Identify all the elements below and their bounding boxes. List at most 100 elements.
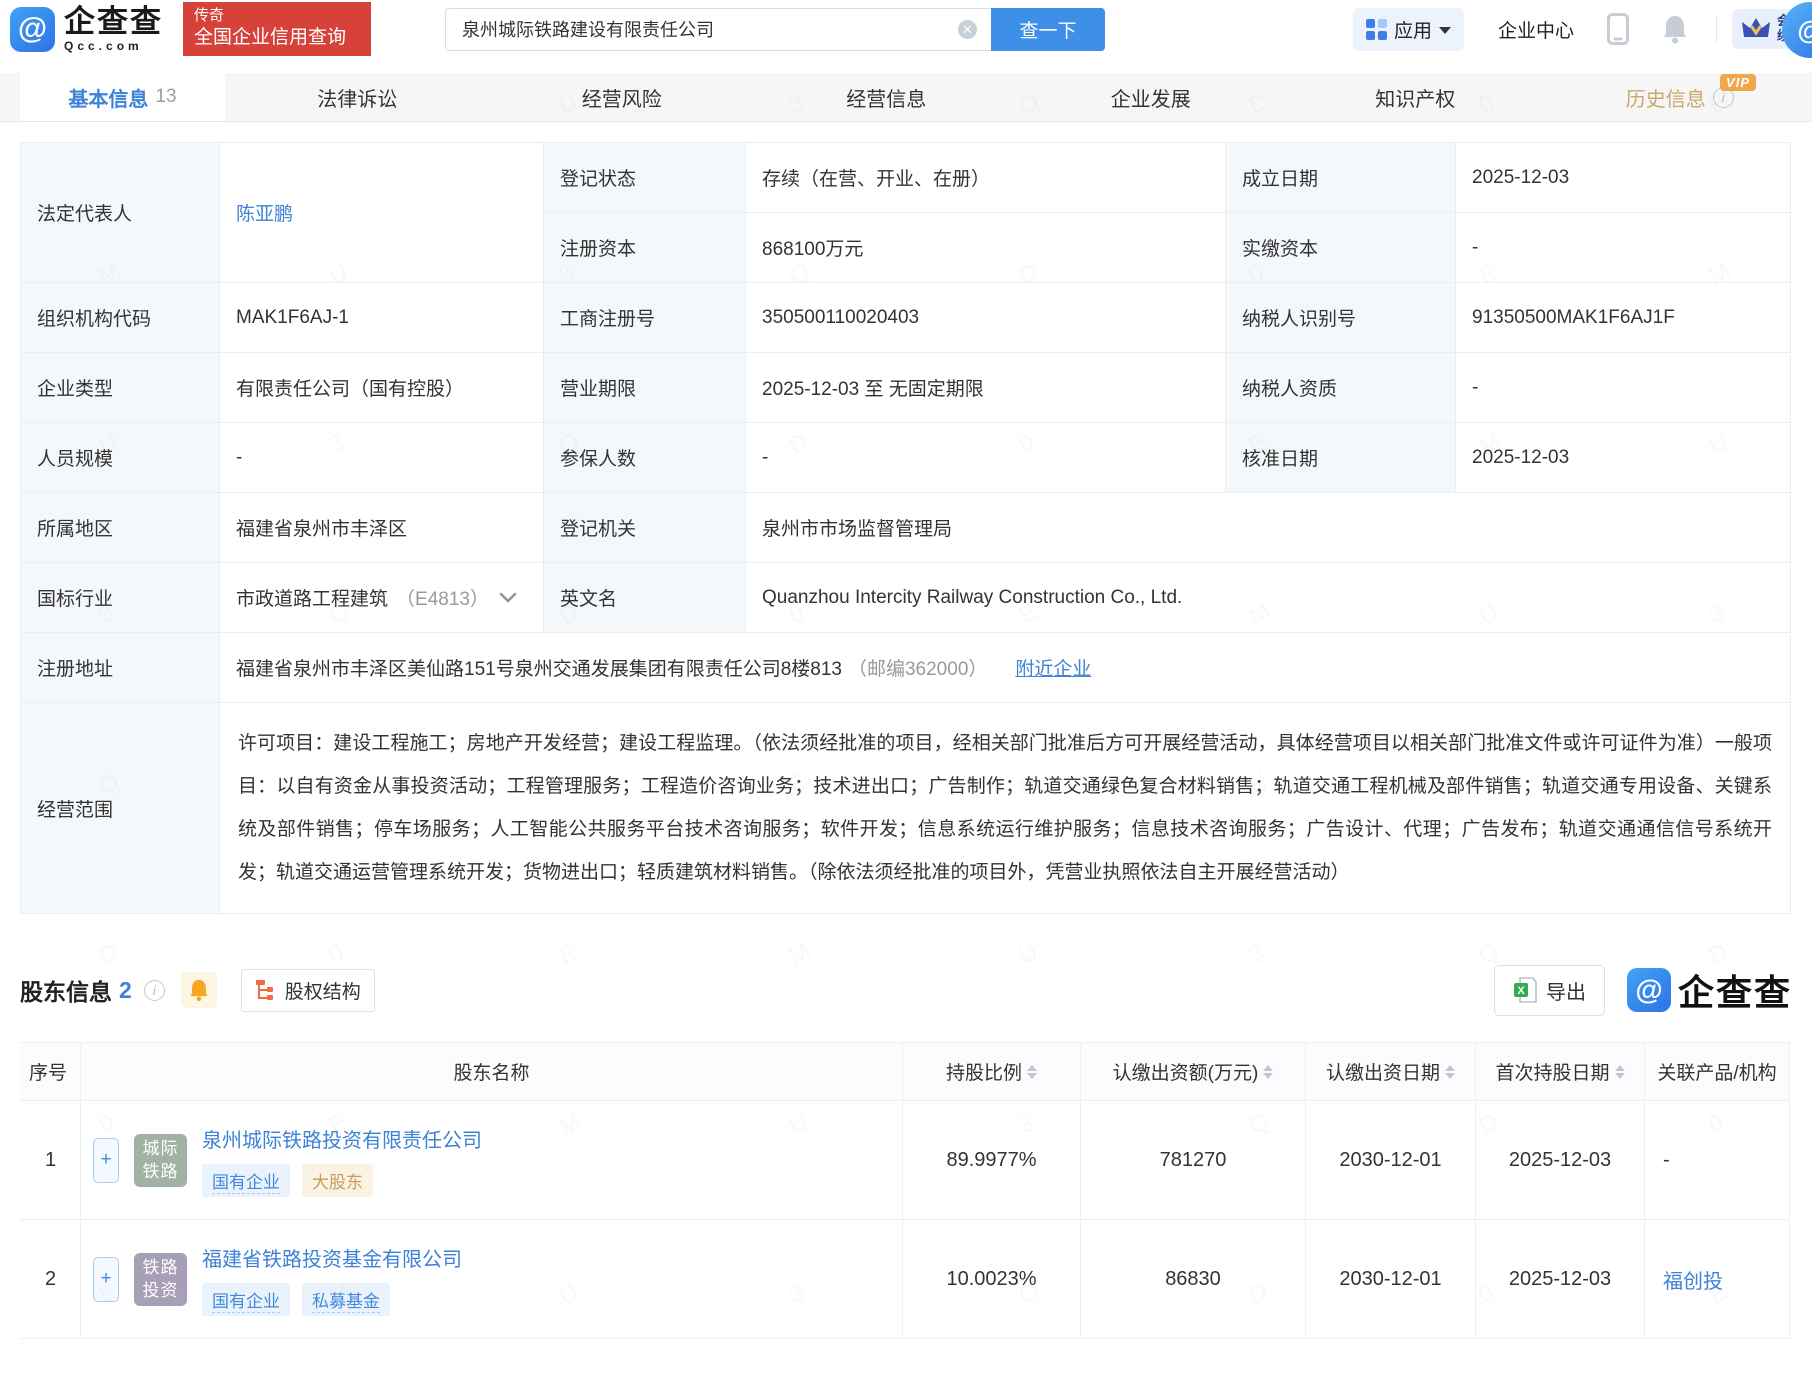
row1-expand-button[interactable]: + — [93, 1137, 119, 1183]
col-header-no: 序号 — [20, 1043, 81, 1101]
row2-expand-button[interactable]: + — [93, 1256, 119, 1302]
col-header-amount[interactable]: 认缴出资额(万元) — [1081, 1043, 1306, 1101]
monitor-bell-button[interactable] — [180, 972, 217, 1008]
shareholders-title: 股东信息 — [20, 979, 112, 1005]
mobile-app-icon[interactable] — [1606, 13, 1629, 45]
field-english-name-label: 英文名 — [544, 563, 746, 633]
tab-history-info[interactable]: VIP 历史信息 i — [1548, 73, 1812, 121]
row2-shareholder-link[interactable]: 福建省铁路投资基金有限公司 — [202, 1243, 462, 1272]
row1-ratio: 89.9977% — [903, 1101, 1081, 1220]
equity-structure-label: 股权结构 — [284, 981, 361, 1003]
apps-menu[interactable]: 应用 — [1352, 7, 1464, 51]
field-legal-rep-label: 法定代表人 — [21, 143, 220, 283]
enterprise-center-link[interactable]: 企业中心 — [1498, 16, 1574, 43]
field-taxpayer-qual-label: 纳税人资质 — [1226, 353, 1456, 423]
field-org-code-value: MAK1F6AJ-1 — [220, 283, 544, 353]
row2-ratio: 10.0023% — [903, 1220, 1081, 1339]
field-taxpayer-qual-value: - — [1456, 353, 1791, 423]
promo-line2: 全国企业信用查询 — [194, 26, 347, 48]
field-industry-value: 市政道路工程建筑 （E4813） — [220, 563, 544, 633]
row1-related: - — [1645, 1101, 1790, 1220]
page: @ 企查查 Qcc.com 传奇 全国企业信用查询 ✕ 查一下 — [0, 0, 1812, 1376]
row2-avatar-line2: 投资 — [142, 1281, 179, 1300]
shareholders-table: 序号 股东名称 持股比例 认缴出资额(万元) 认缴出资日期 首次持股日期 关联产… — [20, 1042, 1790, 1339]
tab-company-development[interactable]: 企业发展 — [1019, 73, 1284, 121]
industry-code: （E4813） — [396, 589, 489, 610]
tab-intellectual-property[interactable]: 知识产权 — [1283, 73, 1548, 121]
qcc-logo-domain: Qcc.com — [64, 39, 143, 53]
field-industry-label: 国标行业 — [21, 563, 220, 633]
field-taxpayer-id-value: 91350500MAK1F6AJ1F — [1456, 283, 1791, 353]
svg-text:X: X — [1517, 985, 1525, 997]
row1-avatar: 城际 铁路 — [134, 1133, 187, 1187]
vip-badge: VIP — [1720, 74, 1756, 91]
field-paid-capital-value: - — [1456, 213, 1791, 283]
qcc-logo-text: 企查查 — [64, 4, 163, 39]
field-biz-reg-no-label: 工商注册号 — [544, 283, 746, 353]
row1-amount: 781270 — [1081, 1101, 1306, 1220]
field-approval-date-value: 2025-12-03 — [1456, 423, 1791, 493]
row2-tag-state-owned: 国有企业 — [202, 1282, 290, 1316]
notification-bell-icon[interactable] — [1662, 14, 1688, 44]
row2-shareholder: + 铁路 投资 福建省铁路投资基金有限公司 国有企业 私募基金 — [81, 1220, 903, 1339]
qcc-logo-icon: @ — [10, 6, 55, 52]
tab-operation-info[interactable]: 经营信息 — [754, 73, 1019, 121]
sort-first-hold-date-icon[interactable] — [1614, 1064, 1625, 1079]
qcc-logo[interactable]: @ 企查查 Qcc.com — [10, 6, 163, 52]
col-header-subscribe-date[interactable]: 认缴出资日期 — [1306, 1043, 1476, 1101]
tab-basic-info-count: 13 — [155, 86, 177, 107]
field-scope-label: 经营范围 — [21, 703, 220, 914]
nearby-companies-link[interactable]: 附近企业 — [1015, 654, 1091, 681]
field-est-date-label: 成立日期 — [1226, 143, 1456, 213]
field-region-label: 所属地区 — [21, 493, 220, 563]
field-region-value: 福建省泉州市丰泽区 — [220, 493, 544, 563]
row1-avatar-line1: 城际 — [142, 1139, 179, 1158]
sort-ratio-icon[interactable] — [1027, 1064, 1037, 1079]
field-reg-capital-label: 注册资本 — [544, 213, 746, 283]
field-biz-term-label: 营业期限 — [544, 353, 746, 423]
search-clear-icon[interactable]: ✕ — [958, 19, 977, 39]
row1-no: 1 — [20, 1101, 81, 1220]
promo-line1: 传奇 — [194, 7, 225, 24]
row1-shareholder: + 城际 铁路 泉州城际铁路投资有限责任公司 国有企业 大股东 — [81, 1101, 903, 1220]
row2-amount: 86830 — [1081, 1220, 1306, 1339]
row2-no: 2 — [20, 1220, 81, 1339]
tab-basic-info[interactable]: 基本信息 13 — [20, 73, 225, 121]
row2-avatar: 铁路 投资 — [134, 1252, 187, 1306]
row1-avatar-line2: 铁路 — [142, 1162, 179, 1181]
sort-amount-icon[interactable] — [1263, 1064, 1274, 1079]
field-reg-authority-label: 登记机关 — [544, 493, 746, 563]
promo-banner[interactable]: 传奇 全国企业信用查询 — [183, 2, 371, 56]
apps-grid-icon — [1365, 18, 1387, 40]
shareholders-section-header: 股东信息 2 i 股权结构 X 导出 @ 企查查 — [20, 964, 1792, 1016]
col-header-ratio[interactable]: 持股比例 — [903, 1043, 1081, 1101]
field-address-label: 注册地址 — [21, 633, 220, 703]
row2-avatar-line1: 铁路 — [142, 1258, 179, 1277]
field-taxpayer-id-label: 纳税人识别号 — [1226, 283, 1456, 353]
col-header-subscribe-date-label: 认缴出资日期 — [1325, 1063, 1440, 1084]
row1-shareholder-link[interactable]: 泉州城际铁路投资有限责任公司 — [202, 1124, 482, 1153]
col-header-first-hold-date[interactable]: 首次持股日期 — [1476, 1043, 1645, 1101]
tab-operation-risk[interactable]: 经营风险 — [490, 73, 755, 121]
industry-expand-chevron-icon[interactable] — [499, 592, 517, 603]
tab-legal-litigation-label: 法律诉讼 — [317, 88, 398, 111]
legal-rep-link[interactable]: 陈亚鹏 — [236, 199, 293, 226]
org-chart-icon — [255, 980, 273, 1000]
row1-subscribe-date: 2030-12-01 — [1306, 1101, 1476, 1220]
tab-operation-info-label: 经营信息 — [846, 88, 927, 111]
chevron-down-icon — [1438, 26, 1451, 34]
row2-related-link[interactable]: 福创投 — [1663, 1265, 1723, 1294]
search-button[interactable]: 查一下 — [991, 7, 1105, 51]
tab-legal-litigation[interactable]: 法律诉讼 — [225, 73, 490, 121]
tab-intellectual-property-label: 知识产权 — [1375, 88, 1456, 111]
field-biz-reg-no-value: 350500110020403 — [746, 283, 1226, 353]
sort-subscribe-date-icon[interactable] — [1445, 1064, 1455, 1079]
field-legal-rep-value: 陈亚鹏 — [220, 143, 544, 283]
export-button[interactable]: X 导出 — [1493, 964, 1605, 1016]
search-input[interactable] — [445, 7, 991, 51]
equity-structure-button[interactable]: 股权结构 — [240, 968, 375, 1012]
field-staff-size-value: - — [220, 423, 544, 493]
export-label: 导出 — [1545, 981, 1586, 1004]
shareholders-info-icon[interactable]: i — [143, 979, 165, 1001]
col-header-amount-label: 认缴出资额(万元) — [1112, 1063, 1259, 1084]
